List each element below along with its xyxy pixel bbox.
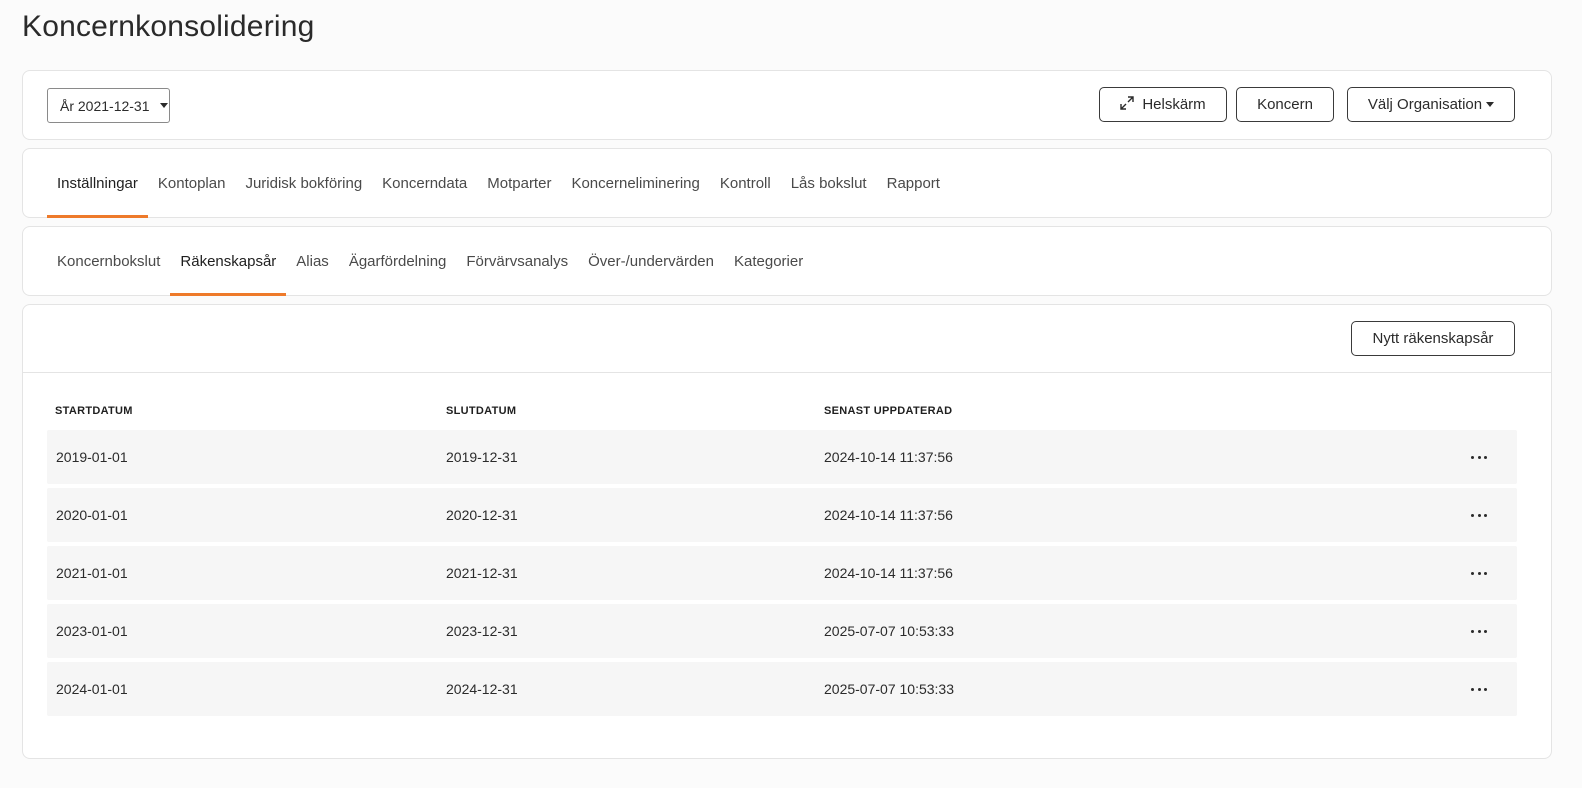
group-button[interactable]: Koncern	[1236, 87, 1334, 122]
tab-forvarvsanalys[interactable]: Förvärvsanalys	[456, 227, 578, 295]
year-select[interactable]: År 2021-12-31	[47, 88, 170, 123]
new-fiscal-year-button[interactable]: Nytt räkenskapsår	[1351, 321, 1515, 356]
tab-juridisk-bokforing[interactable]: Juridisk bokföring	[235, 149, 372, 217]
more-horizontal-icon[interactable]	[1471, 449, 1487, 465]
start-date-cell: 2024-01-01	[56, 681, 128, 697]
tab-koncerneliminering[interactable]: Koncerneliminering	[561, 149, 709, 217]
tab-koncerndata[interactable]: Koncerndata	[372, 149, 477, 217]
tab-motparter[interactable]: Motparter	[477, 149, 561, 217]
fiscal-years-card: Nytt räkenskapsår STARTDATUM SLUTDATUM S…	[22, 304, 1552, 759]
column-header-start: STARTDATUM	[55, 405, 133, 417]
start-date-cell: 2020-01-01	[56, 507, 128, 523]
sub-tabs: Koncernbokslut Räkenskapsår Alias Ägarfö…	[47, 227, 813, 296]
more-horizontal-icon[interactable]	[1471, 565, 1487, 581]
updated-cell: 2024-10-14 11:37:56	[824, 449, 953, 465]
tab-las-bokslut[interactable]: Lås bokslut	[781, 149, 877, 217]
group-label: Koncern	[1257, 96, 1313, 113]
caret-down-icon	[159, 103, 168, 108]
expand-arrows-icon	[1120, 95, 1135, 114]
tab-agarfordelning[interactable]: Ägarfördelning	[339, 227, 457, 295]
table-row[interactable]: 2020-01-01 2020-12-31 2024-10-14 11:37:5…	[47, 488, 1517, 542]
new-fiscal-year-label: Nytt räkenskapsår	[1372, 330, 1494, 347]
end-date-cell: 2019-12-31	[446, 449, 518, 465]
more-horizontal-icon[interactable]	[1471, 507, 1487, 523]
tab-kontroll[interactable]: Kontroll	[710, 149, 781, 217]
tab-installningar[interactable]: Inställningar	[47, 149, 148, 218]
main-tabs: Inställningar Kontoplan Juridisk bokföri…	[47, 149, 950, 218]
page-title: Koncernkonsolidering	[22, 10, 315, 43]
select-organisation-label: Välj Organisation	[1367, 96, 1483, 113]
end-date-cell: 2021-12-31	[446, 565, 518, 581]
end-date-cell: 2020-12-31	[446, 507, 518, 523]
fullscreen-label: Helskärm	[1142, 96, 1206, 113]
fullscreen-button[interactable]: Helskärm	[1099, 87, 1227, 122]
table-toolbar: Nytt räkenskapsår	[23, 305, 1551, 373]
more-horizontal-icon[interactable]	[1471, 681, 1487, 697]
column-header-updated: SENAST UPPDATERAD	[824, 405, 953, 417]
end-date-cell: 2023-12-31	[446, 623, 518, 639]
table-row[interactable]: 2019-01-01 2019-12-31 2024-10-14 11:37:5…	[47, 430, 1517, 484]
caret-down-icon	[1486, 102, 1495, 107]
updated-cell: 2025-07-07 10:53:33	[824, 681, 954, 697]
table-row[interactable]: 2021-01-01 2021-12-31 2024-10-14 11:37:5…	[47, 546, 1517, 600]
sub-nav-card: Koncernbokslut Räkenskapsår Alias Ägarfö…	[22, 226, 1552, 296]
more-horizontal-icon[interactable]	[1471, 623, 1487, 639]
tab-kontoplan[interactable]: Kontoplan	[148, 149, 236, 217]
toolbar-card: År 2021-12-31 Helskärm Koncern Välj Orga…	[22, 70, 1552, 140]
column-header-end: SLUTDATUM	[446, 405, 517, 417]
updated-cell: 2025-07-07 10:53:33	[824, 623, 954, 639]
updated-cell: 2024-10-14 11:37:56	[824, 565, 953, 581]
tab-over-undervarden[interactable]: Över-/undervärden	[578, 227, 724, 295]
year-select-value: År 2021-12-31	[60, 97, 150, 114]
end-date-cell: 2024-12-31	[446, 681, 518, 697]
tab-kategorier[interactable]: Kategorier	[724, 227, 813, 295]
tab-rakenskapsar[interactable]: Räkenskapsår	[170, 227, 287, 296]
start-date-cell: 2021-01-01	[56, 565, 128, 581]
tab-alias[interactable]: Alias	[286, 227, 339, 295]
main-nav-card: Inställningar Kontoplan Juridisk bokföri…	[22, 148, 1552, 218]
tab-koncernbokslut[interactable]: Koncernbokslut	[47, 227, 170, 295]
tab-rapport[interactable]: Rapport	[877, 149, 950, 217]
select-organisation-button[interactable]: Välj Organisation	[1347, 87, 1515, 122]
start-date-cell: 2023-01-01	[56, 623, 128, 639]
updated-cell: 2024-10-14 11:37:56	[824, 507, 953, 523]
table-row[interactable]: 2024-01-01 2024-12-31 2025-07-07 10:53:3…	[47, 662, 1517, 716]
table-row[interactable]: 2023-01-01 2023-12-31 2025-07-07 10:53:3…	[47, 604, 1517, 658]
start-date-cell: 2019-01-01	[56, 449, 128, 465]
